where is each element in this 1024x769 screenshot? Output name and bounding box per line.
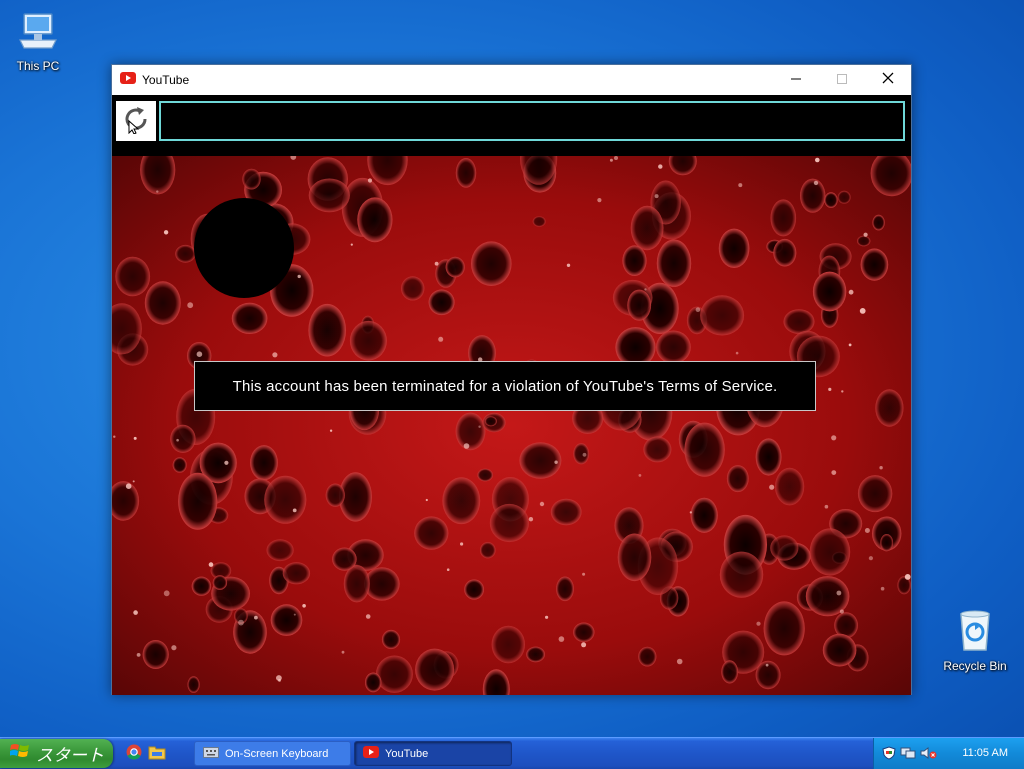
window-title: YouTube xyxy=(142,73,190,87)
start-label: スタート xyxy=(36,746,104,765)
address-bar[interactable] xyxy=(159,101,905,141)
folder-icon[interactable] xyxy=(148,744,166,765)
network-icon[interactable] xyxy=(900,746,916,763)
refresh-button[interactable] xyxy=(116,101,156,141)
security-icon[interactable] xyxy=(882,746,896,763)
youtube-window: YouTube This account has been terminated… xyxy=(111,64,912,695)
taskbar-item-label: YouTube xyxy=(385,747,429,760)
close-icon xyxy=(882,71,894,89)
desktop-icon-label: Recycle Bin xyxy=(943,659,1007,673)
taskbar-item-label: On-Screen Keyboard xyxy=(225,747,329,760)
windows-flag-icon xyxy=(9,742,30,765)
computer-icon xyxy=(16,13,60,57)
maximize-button[interactable] xyxy=(819,65,865,95)
clock[interactable]: 11:05 AM xyxy=(962,747,1008,759)
desktop-icon-label: This PC xyxy=(16,59,60,73)
taskbar-item-youtube[interactable]: YouTube xyxy=(354,741,512,766)
maximize-icon xyxy=(837,71,847,89)
start-button[interactable]: スタート xyxy=(0,739,113,768)
window-titlebar[interactable]: YouTube xyxy=(112,65,911,95)
desktop-icon-recycle-bin[interactable]: Recycle Bin xyxy=(937,608,1013,673)
minimize-icon xyxy=(791,71,801,89)
youtube-icon xyxy=(120,71,136,89)
taskbar: スタート On-Screen Keyboard YouTube 11:05 AM xyxy=(0,737,1024,769)
close-button[interactable] xyxy=(865,65,911,95)
chrome-icon[interactable] xyxy=(126,744,142,765)
quick-launch xyxy=(126,744,166,765)
refresh-icon xyxy=(121,104,151,139)
taskbar-item-on-screen-keyboard[interactable]: On-Screen Keyboard xyxy=(194,741,351,766)
browser-toolbar xyxy=(112,95,911,155)
video-content: This account has been terminated for a v… xyxy=(112,156,911,695)
minimize-button[interactable] xyxy=(773,65,819,95)
keyboard-icon xyxy=(203,746,219,761)
desktop-icon-this-pc[interactable]: This PC xyxy=(0,10,76,73)
system-tray: 11:05 AM xyxy=(873,738,1024,769)
youtube-icon xyxy=(363,746,379,761)
termination-message: This account has been terminated for a v… xyxy=(194,361,816,411)
volume-muted-icon[interactable] xyxy=(920,746,938,763)
black-circle xyxy=(194,198,294,298)
recycle-bin-icon xyxy=(953,610,997,657)
